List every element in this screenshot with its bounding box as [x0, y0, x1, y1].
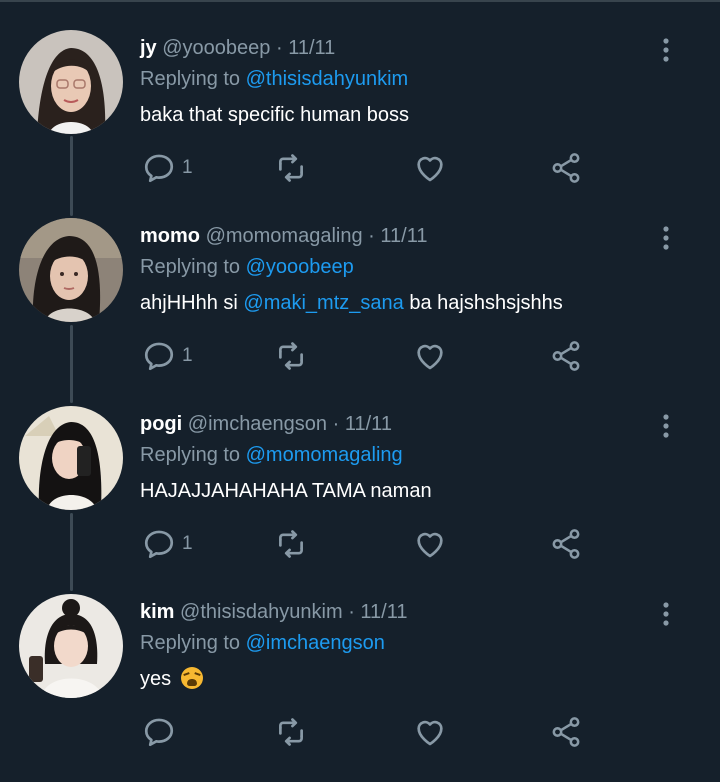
tweet-text-content: yes — [140, 668, 172, 690]
share-button[interactable] — [549, 336, 583, 376]
reply-count: 1 — [182, 157, 193, 178]
display-name[interactable]: kim — [140, 601, 174, 623]
replying-to-line: Replying to @momomagaling — [140, 443, 403, 467]
tweet-date[interactable]: 11/11 — [380, 225, 427, 247]
retweet-button[interactable] — [274, 336, 308, 376]
share-button[interactable] — [549, 148, 583, 188]
replying-to-line: Replying to @thisisdahyunkim — [140, 67, 408, 91]
tweet-text-start: ahjHHhh si — [140, 292, 238, 314]
like-icon — [413, 151, 447, 185]
replying-to-label: Replying to — [140, 68, 241, 90]
display-name[interactable]: momo — [140, 225, 200, 247]
tweet-date[interactable]: 11/11 — [345, 413, 392, 435]
tweet-date[interactable]: 11/11 — [288, 37, 335, 59]
like-icon — [413, 527, 447, 561]
like-button[interactable] — [413, 148, 447, 188]
more-options-icon[interactable] — [654, 600, 678, 628]
more-options-icon[interactable] — [654, 36, 678, 64]
reply-button[interactable] — [142, 712, 176, 752]
tweet-text-end: ba hajshshsjshhs — [409, 292, 563, 314]
retweet-icon — [274, 715, 308, 749]
tweet-text-mention[interactable]: @maki_mtz_sana — [243, 292, 403, 314]
retweet-button[interactable] — [274, 524, 308, 564]
reply-button[interactable]: 1 — [142, 148, 193, 188]
tweet-text: baka that specific human boss — [140, 104, 410, 126]
tweet-header: pogi @imchaengson · 11/11 — [140, 412, 392, 436]
reply-count: 1 — [182, 345, 193, 366]
tweet-jy[interactable]: jy @yooobeep · 11/11 Replying to @thisis… — [0, 30, 720, 218]
weary-face-emoji — [180, 667, 203, 689]
replying-to-mention[interactable]: @yooobeep — [246, 256, 354, 278]
user-handle[interactable]: @yooobeep — [162, 37, 270, 59]
retweet-icon — [274, 527, 308, 561]
tweet-actions: 1 — [140, 336, 600, 376]
share-icon — [549, 339, 583, 373]
share-icon — [549, 715, 583, 749]
retweet-icon — [274, 339, 308, 373]
retweet-icon — [274, 151, 308, 185]
tweet-text: ahjHHhh si @maki_mtz_sana ba hajshshsjsh… — [140, 291, 563, 315]
replying-to-mention[interactable]: @thisisdahyunkim — [246, 68, 409, 90]
like-button[interactable] — [413, 712, 447, 752]
display-name[interactable]: jy — [140, 37, 157, 59]
header-separator: · — [275, 37, 283, 59]
like-button[interactable] — [413, 524, 447, 564]
header-separator: · — [368, 225, 375, 247]
share-icon — [549, 527, 583, 561]
header-separator: · — [332, 413, 340, 435]
reply-icon — [142, 715, 176, 749]
avatar-photo[interactable] — [19, 594, 123, 698]
tweet-kim[interactable]: kim @thisisdahyunkim · 11/11 Replying to… — [0, 594, 720, 782]
replying-to-line: Replying to @yooobeep — [140, 255, 354, 279]
header-separator: · — [348, 601, 355, 623]
share-button[interactable] — [549, 524, 583, 564]
tweet-actions — [140, 712, 600, 752]
user-handle[interactable]: @thisisdahyunkim — [180, 601, 343, 623]
reply-button[interactable]: 1 — [142, 524, 193, 564]
replying-to-label: Replying to — [140, 632, 241, 654]
reply-count: 1 — [182, 533, 193, 554]
more-options-icon[interactable] — [654, 412, 678, 440]
reply-thread: jy @yooobeep · 11/11 Replying to @thisis… — [0, 0, 720, 767]
like-icon — [413, 339, 447, 373]
reply-icon — [142, 151, 176, 185]
replying-to-mention[interactable]: @imchaengson — [246, 632, 385, 654]
tweet-header: momo @momomagaling · 11/11 — [140, 224, 427, 248]
user-handle[interactable]: @imchaengson — [188, 413, 327, 435]
replying-to-label: Replying to — [140, 256, 241, 278]
tweet-header: jy @yooobeep · 11/11 — [140, 36, 335, 60]
reply-button[interactable]: 1 — [142, 336, 193, 376]
like-icon — [413, 715, 447, 749]
tweet-actions: 1 — [140, 148, 600, 188]
replying-to-line: Replying to @imchaengson — [140, 631, 385, 655]
tweet-text: yes — [140, 667, 203, 691]
tweet-pogi[interactable]: pogi @imchaengson · 11/11 Replying to @m… — [0, 406, 720, 594]
tweet-momo[interactable]: momo @momomagaling · 11/11 Replying to @… — [0, 218, 720, 406]
reply-icon — [142, 527, 176, 561]
tweet-text: HAJAJJAHAHAHA TAMA naman — [140, 480, 432, 502]
replying-to-mention[interactable]: @momomagaling — [246, 444, 403, 466]
user-handle[interactable]: @momomagaling — [206, 225, 363, 247]
share-button[interactable] — [549, 712, 583, 752]
avatar-photo[interactable] — [19, 30, 123, 134]
tweet-actions: 1 — [140, 524, 600, 564]
like-button[interactable] — [413, 336, 447, 376]
retweet-button[interactable] — [274, 712, 308, 752]
share-icon — [549, 151, 583, 185]
more-options-icon[interactable] — [654, 224, 678, 252]
tweet-date[interactable]: 11/11 — [360, 601, 407, 623]
tweet-header: kim @thisisdahyunkim · 11/11 — [140, 600, 408, 624]
avatar-photo[interactable] — [19, 218, 123, 322]
reply-icon — [142, 339, 176, 373]
display-name[interactable]: pogi — [140, 413, 182, 435]
avatar-photo[interactable] — [19, 406, 123, 510]
retweet-button[interactable] — [274, 148, 308, 188]
replying-to-label: Replying to — [140, 444, 241, 466]
